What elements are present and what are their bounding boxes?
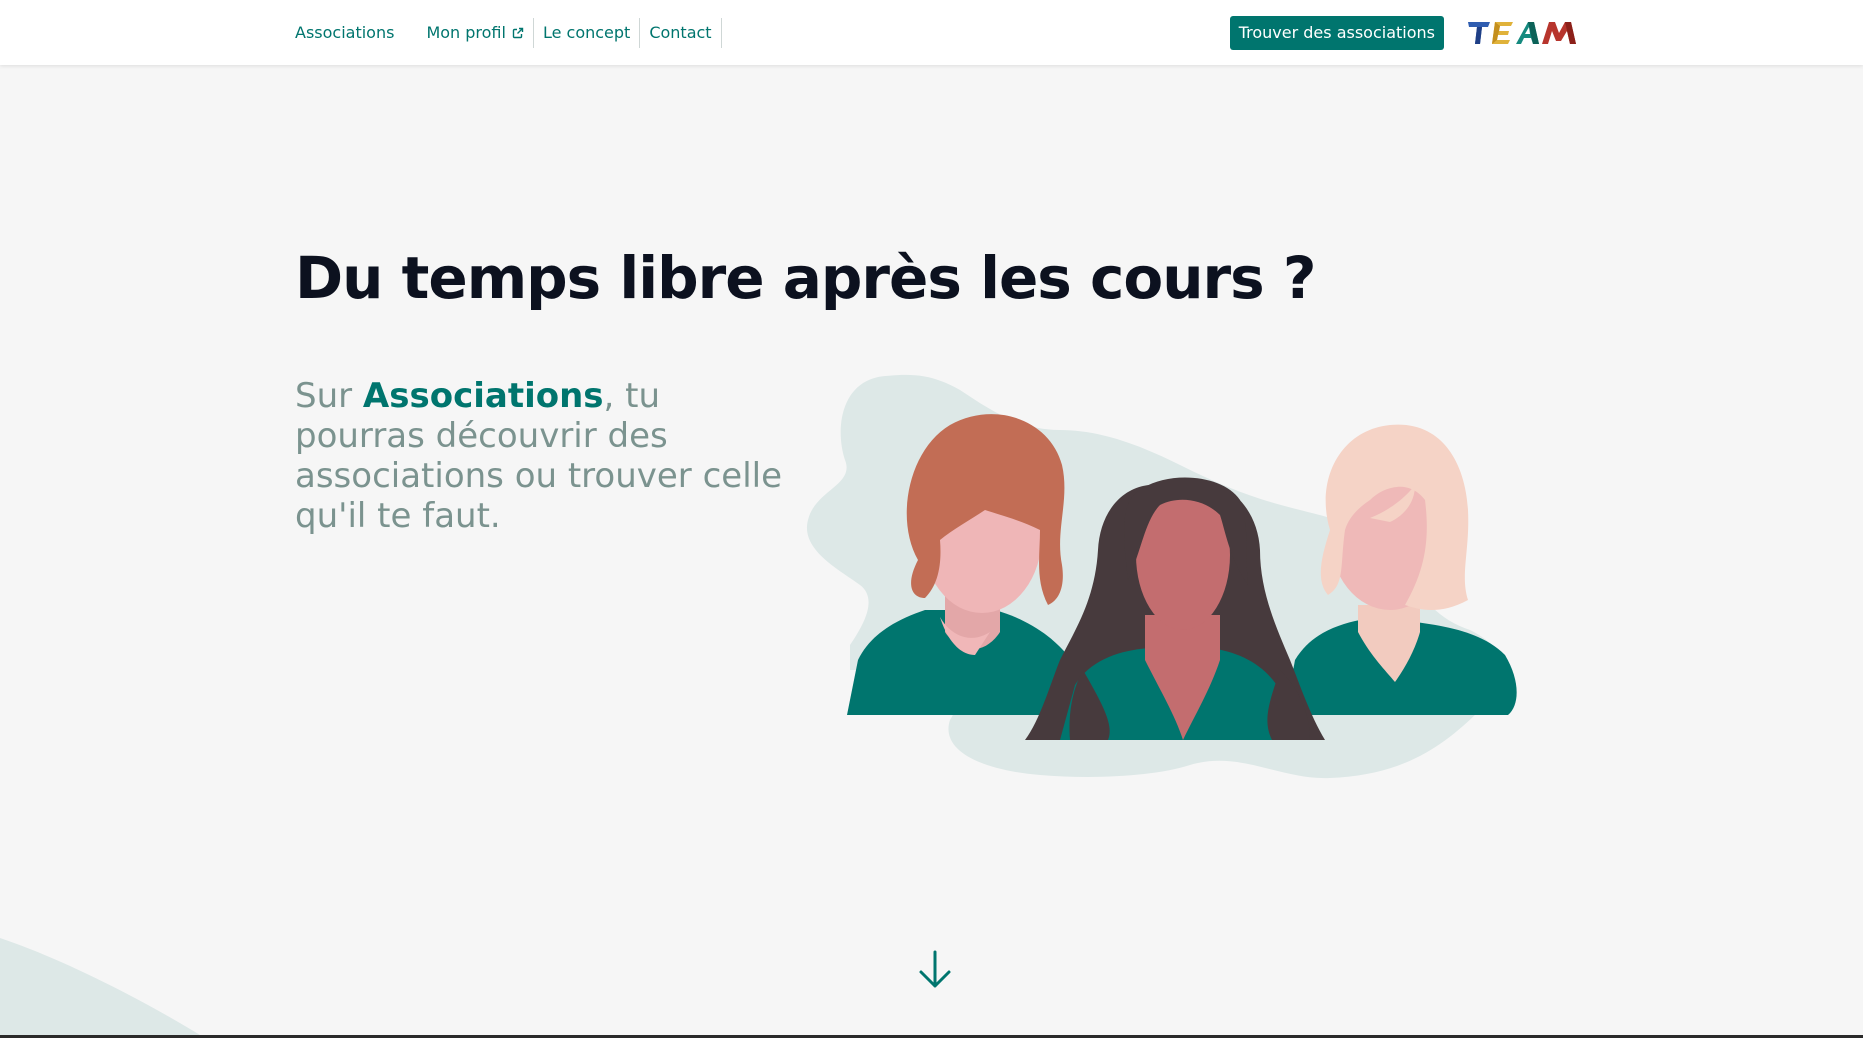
page: Associations Mon profil Le concept Conta… bbox=[0, 0, 1863, 1038]
team-logo[interactable] bbox=[1468, 21, 1576, 45]
navbar: Associations Mon profil Le concept Conta… bbox=[0, 0, 1863, 65]
decorative-wave bbox=[0, 938, 205, 1038]
nav-link-mon-profil-label: Mon profil bbox=[426, 23, 506, 42]
find-associations-button[interactable]: Trouver des associations bbox=[1229, 15, 1444, 50]
team-logo-image bbox=[1468, 21, 1576, 44]
nav-link-contact[interactable]: Contact bbox=[649, 17, 722, 48]
nav-link-le-concept[interactable]: Le concept bbox=[543, 17, 641, 48]
arrow-down-icon[interactable] bbox=[917, 950, 953, 990]
nav-links: Associations Mon profil Le concept Conta… bbox=[295, 0, 731, 65]
hero-text-before: Sur bbox=[295, 376, 363, 416]
hero-text-brand: Associations bbox=[362, 376, 604, 416]
hero-title: Du temps libre après les cours ? bbox=[295, 244, 1316, 312]
three-women-illustration bbox=[806, 374, 1517, 779]
external-link-icon bbox=[512, 27, 524, 39]
nav-right: Trouver des associations bbox=[1229, 0, 1576, 65]
nav-link-mon-profil[interactable]: Mon profil bbox=[426, 17, 534, 48]
hero-illustration bbox=[800, 370, 1580, 790]
hero-text: Sur Associations, tu pourras découvrir d… bbox=[295, 376, 795, 536]
nav-link-associations[interactable]: Associations bbox=[295, 18, 394, 48]
